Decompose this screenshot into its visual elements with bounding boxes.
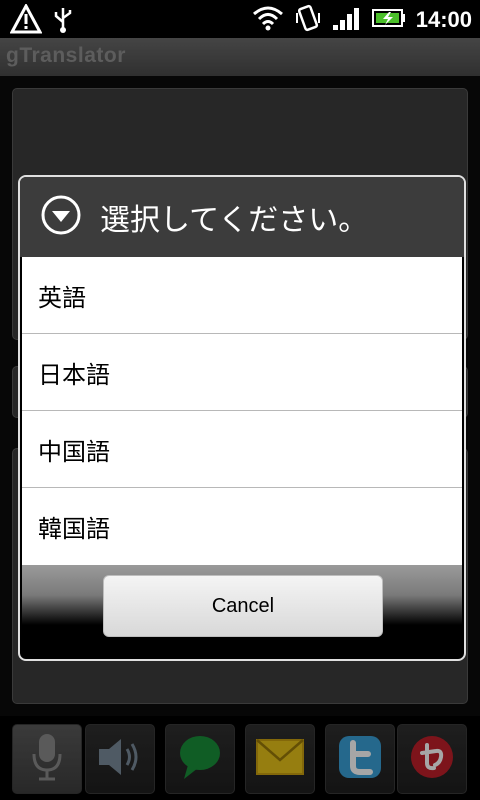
option-korean[interactable]: 韓国語 <box>22 488 462 565</box>
option-chinese[interactable]: 中国語 <box>22 411 462 488</box>
option-japanese[interactable]: 日本語 <box>22 334 462 411</box>
wifi-icon <box>252 4 284 36</box>
language-select-dialog: 選択してください。 英語 日本語 中国語 韓国語 Cancel <box>18 175 466 661</box>
battery-icon <box>371 7 406 33</box>
status-time: 14:00 <box>415 7 472 32</box>
cancel-button[interactable]: Cancel <box>103 575 383 637</box>
status-bar: 14:00 <box>0 0 480 38</box>
dialog-title: 選択してください。 <box>100 203 369 238</box>
usb-icon <box>52 4 74 38</box>
language-options-list: 英語 日本語 中国語 韓国語 <box>22 257 462 565</box>
dropdown-circle-icon <box>40 194 82 240</box>
signal-icon <box>332 5 362 35</box>
dialog-header: 選択してください。 <box>20 177 464 257</box>
vibrate-icon <box>294 3 322 37</box>
option-english[interactable]: 英語 <box>22 257 462 334</box>
warning-icon <box>9 2 43 38</box>
dialog-footer: Cancel <box>22 565 462 657</box>
